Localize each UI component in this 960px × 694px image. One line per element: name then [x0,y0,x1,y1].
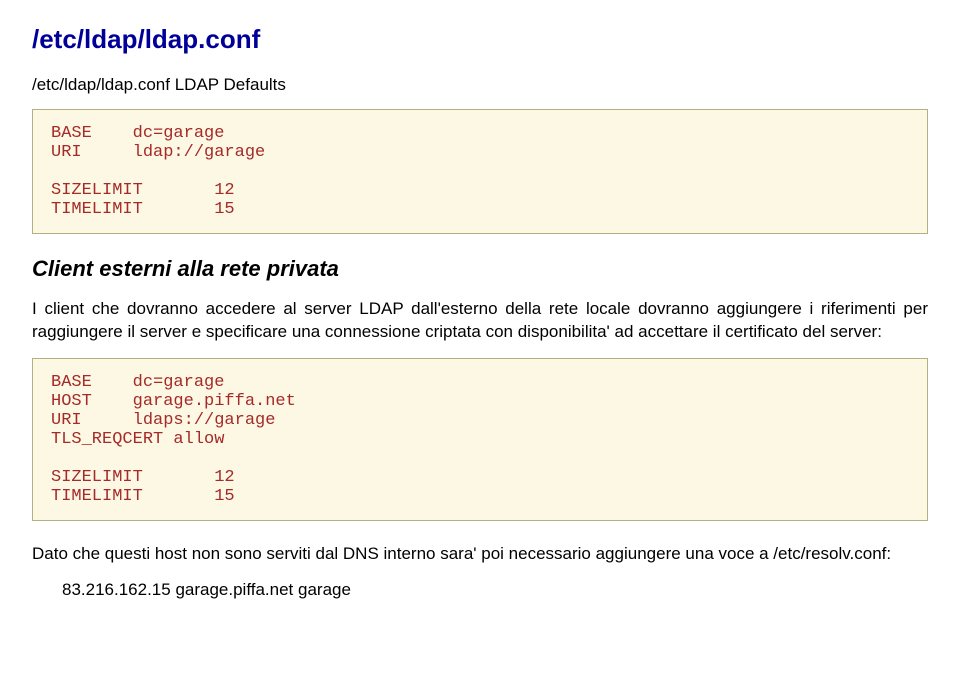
subtitle-text: /etc/ldap/ldap.conf LDAP Defaults [32,75,928,95]
code-block-external: BASE dc=garage HOST garage.piffa.net URI… [32,358,928,521]
paragraph-intro: I client che dovranno accedere al server… [32,298,928,344]
section-heading-clients: Client esterni alla rete privata [32,256,928,282]
code-block-defaults: BASE dc=garage URI ldap://garage SIZELIM… [32,109,928,234]
resolv-entry: 83.216.162.15 garage.piffa.net garage [62,580,928,600]
paragraph-dns: Dato che questi host non sono serviti da… [32,543,928,566]
page-title: /etc/ldap/ldap.conf [32,24,928,55]
